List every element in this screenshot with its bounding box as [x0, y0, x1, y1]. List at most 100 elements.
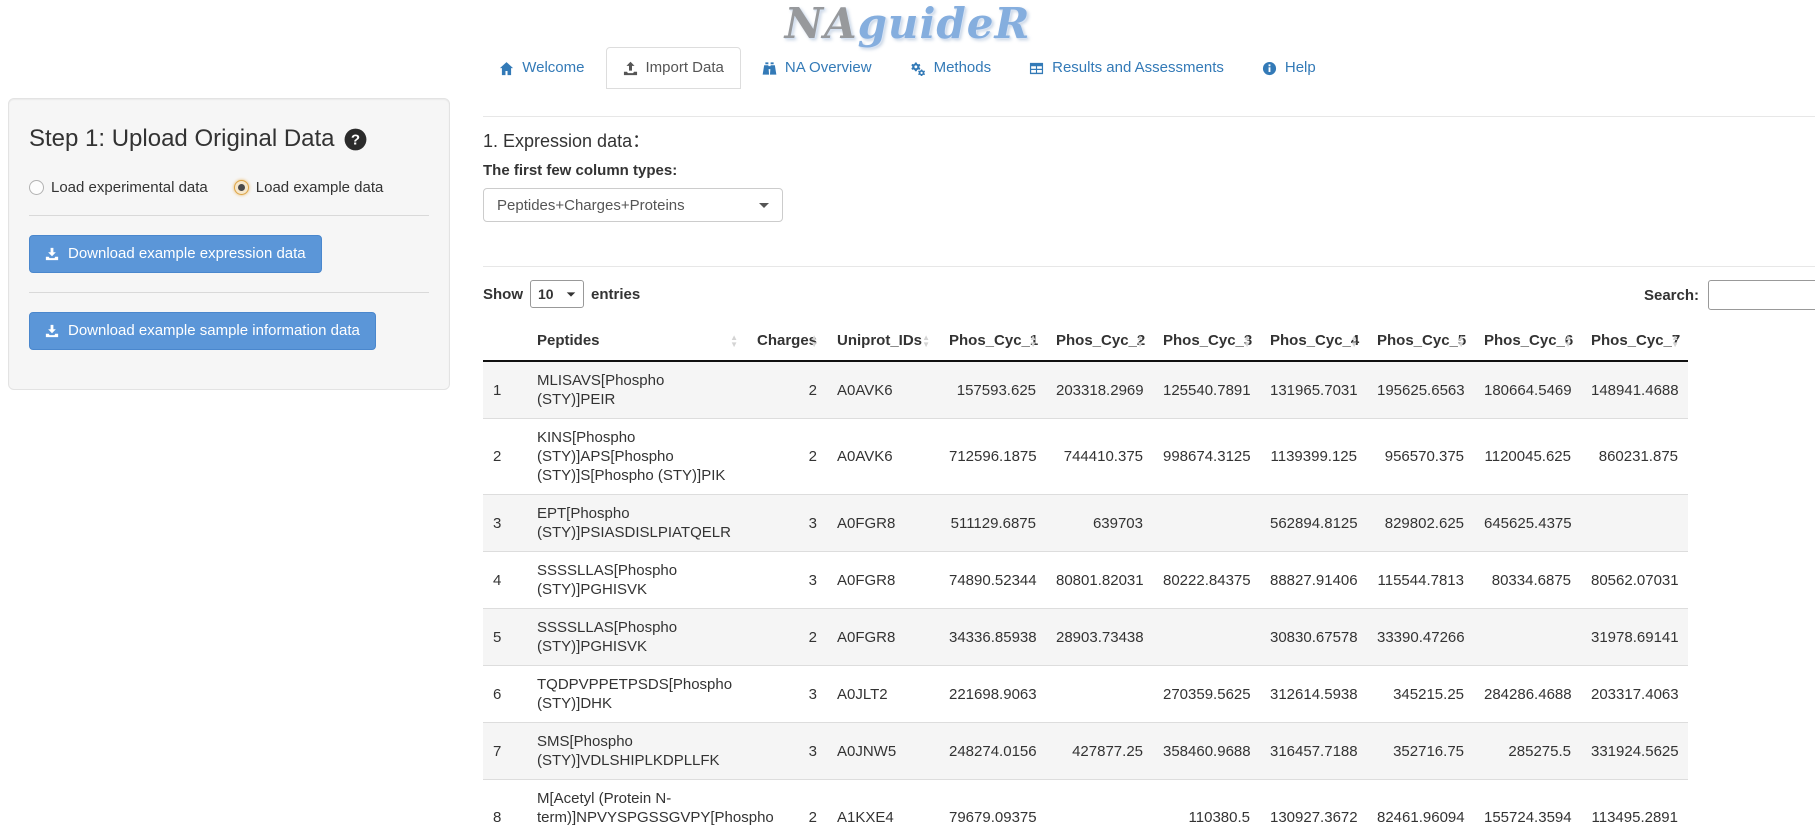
download-example-sample-information-data-button[interactable]: Download example sample information data — [29, 312, 376, 350]
sort-icon: ▲▼ — [1564, 334, 1572, 348]
header-phos-cyc-3[interactable]: Phos_Cyc_3▲▼ — [1153, 321, 1260, 361]
table-icon — [1029, 61, 1044, 76]
phos-cyc-3-cell: 125540.7891 — [1153, 361, 1260, 419]
phos-cyc-7-cell: 31978.69141 — [1581, 609, 1688, 666]
row-index-cell: 3 — [483, 495, 527, 552]
radio-button[interactable] — [29, 180, 44, 195]
tab-label: Welcome — [522, 58, 584, 78]
header-uniprot-ids[interactable]: Uniprot_IDs▲▼ — [827, 321, 939, 361]
phos-cyc-5-cell: 33390.47266 — [1367, 609, 1474, 666]
content-top-divider — [483, 116, 1815, 117]
header-phos-cyc-2[interactable]: Phos_Cyc_2▲▼ — [1046, 321, 1153, 361]
phos-cyc-6-cell: 284286.4688 — [1474, 666, 1581, 723]
peptide-cell: EPT[Phospho (STY)]PSIASDISLPIATQELR — [527, 495, 747, 552]
table-row[interactable]: 6TQDPVPPETPSDS[Phospho (STY)]DHK3A0JLT22… — [483, 666, 1688, 723]
sort-icon: ▲▼ — [730, 334, 738, 348]
phos-cyc-3-cell — [1153, 609, 1260, 666]
phos-cyc-1-cell: 79679.09375 — [939, 780, 1046, 826]
header-charges[interactable]: Charges▲▼ — [747, 321, 827, 361]
phos-cyc-1-cell: 712596.1875 — [939, 419, 1046, 495]
radio-button[interactable] — [234, 180, 249, 195]
tab-results-assessments[interactable]: Results and Assessments — [1012, 47, 1241, 89]
phos-cyc-5-cell: 345215.25 — [1367, 666, 1474, 723]
header-phos-cyc-4[interactable]: Phos_Cyc_4▲▼ — [1260, 321, 1367, 361]
tab-welcome[interactable]: Welcome — [482, 47, 601, 89]
phos-cyc-5-cell: 82461.96094 — [1367, 780, 1474, 826]
phos-cyc-7-cell: 80562.07031 — [1581, 552, 1688, 609]
table-row[interactable]: 5SSSSLLAS[Phospho (STY)]PGHISVK2A0FGR834… — [483, 609, 1688, 666]
table-row[interactable]: 7SMS[Phospho (STY)]VDLSHIPLKDPLLFK3A0JNW… — [483, 723, 1688, 780]
table-row[interactable]: 1MLISAVS[Phospho (STY)]PEIR2A0AVK6157593… — [483, 361, 1688, 419]
table-row[interactable]: 8M[Acetyl (Protein N-term)]NPVYSPGSSGVPY… — [483, 780, 1688, 826]
sidebar-title-text: Step 1: Upload Original Data — [29, 125, 335, 153]
table-row[interactable]: 3EPT[Phospho (STY)]PSIASDISLPIATQELR3A0F… — [483, 495, 1688, 552]
binoculars-icon — [762, 61, 777, 76]
radio-load-example-data[interactable]: Load example data — [234, 179, 384, 196]
phos-cyc-7-cell — [1581, 495, 1688, 552]
download-icon — [45, 247, 59, 261]
phos-cyc-7-cell: 203317.4063 — [1581, 666, 1688, 723]
phos-cyc-3-cell: 80222.84375 — [1153, 552, 1260, 609]
header-phos-cyc-1[interactable]: Phos_Cyc_1▲▼ — [939, 321, 1046, 361]
datatable-controls: Show 10 entries Search: — [483, 280, 1815, 312]
radio-label: Load experimental data — [51, 179, 208, 196]
tab-label: Help — [1285, 58, 1316, 78]
page-length-select[interactable]: 10 — [530, 280, 584, 308]
download-example-expression-data-button[interactable]: Download example expression data — [29, 235, 322, 273]
header-phos-cyc-5[interactable]: Phos_Cyc_5▲▼ — [1367, 321, 1474, 361]
tab-label: Methods — [934, 58, 992, 78]
phos-cyc-4-cell: 316457.7188 — [1260, 723, 1367, 780]
sidebar-upload-panel: Step 1: Upload Original Data ? Load expe… — [8, 98, 450, 390]
peptide-cell: TQDPVPPETPSDS[Phospho (STY)]DHK — [527, 666, 747, 723]
phos-cyc-3-cell — [1153, 495, 1260, 552]
radio-load-experimental-data[interactable]: Load experimental data — [29, 179, 208, 196]
phos-cyc-6-cell — [1474, 609, 1581, 666]
tab-import-data[interactable]: Import Data — [606, 47, 741, 89]
app-logo-guider: guideR — [858, 0, 1031, 48]
phos-cyc-4-cell: 312614.5938 — [1260, 666, 1367, 723]
tab-na-overview[interactable]: NA Overview — [745, 47, 889, 89]
tab-methods[interactable]: Methods — [893, 47, 1009, 89]
phos-cyc-6-cell: 1120045.625 — [1474, 419, 1581, 495]
question-circle-icon[interactable]: ? — [344, 128, 367, 151]
row-index-cell: 5 — [483, 609, 527, 666]
tab-help[interactable]: Help — [1245, 47, 1333, 89]
sort-icon: ▲▼ — [1243, 334, 1251, 348]
phos-cyc-2-cell: 28903.73438 — [1046, 609, 1153, 666]
search-label: Search: — [1644, 287, 1699, 304]
gears-icon — [910, 61, 926, 76]
data-source-radio-group: Load experimental data Load example data — [29, 179, 429, 196]
tab-label: Import Data — [646, 58, 724, 78]
table-section-divider — [483, 266, 1815, 267]
svg-text:?: ? — [350, 131, 359, 148]
phos-cyc-1-cell: 157593.625 — [939, 361, 1046, 419]
charges-cell: 3 — [747, 723, 827, 780]
entries-label: entries — [591, 286, 640, 303]
phos-cyc-4-cell: 30830.67578 — [1260, 609, 1367, 666]
phos-cyc-4-cell: 130927.3672 — [1260, 780, 1367, 826]
phos-cyc-3-cell: 270359.5625 — [1153, 666, 1260, 723]
column-types-selected-value: Peptides+Charges+Proteins — [497, 197, 685, 214]
phos-cyc-2-cell — [1046, 780, 1153, 826]
import-data-panel: 1. Expression data： The first few column… — [483, 88, 1815, 826]
column-types-select[interactable]: Peptides+Charges+Proteins — [483, 188, 783, 222]
charges-cell: 2 — [747, 361, 827, 419]
phos-cyc-5-cell: 115544.7813 — [1367, 552, 1474, 609]
phos-cyc-5-cell: 195625.6563 — [1367, 361, 1474, 419]
search-input[interactable] — [1708, 280, 1815, 310]
uniprot-cell: A0FGR8 — [827, 552, 939, 609]
sort-icon: ▲▼ — [922, 334, 930, 348]
header-phos-cyc-6[interactable]: Phos_Cyc_6▲▼ — [1474, 321, 1581, 361]
expression-data-table: Peptides▲▼ Charges▲▼ Uniprot_IDs▲▼ Phos_… — [483, 321, 1688, 826]
header-peptides[interactable]: Peptides▲▼ — [527, 321, 747, 361]
header-phos-cyc-7[interactable]: Phos_Cyc_7▲▼ — [1581, 321, 1688, 361]
table-row[interactable]: 4SSSSLLAS[Phospho (STY)]PGHISVK3A0FGR874… — [483, 552, 1688, 609]
sidebar-divider — [29, 215, 429, 216]
table-row[interactable]: 2KINS[Phospho (STY)]APS[Phospho (STY)]S[… — [483, 419, 1688, 495]
phos-cyc-7-cell: 860231.875 — [1581, 419, 1688, 495]
phos-cyc-6-cell: 80334.6875 — [1474, 552, 1581, 609]
phos-cyc-1-cell: 74890.52344 — [939, 552, 1046, 609]
sort-icon: ▲▼ — [1457, 334, 1465, 348]
row-index-cell: 8 — [483, 780, 527, 826]
sidebar-title: Step 1: Upload Original Data ? — [29, 125, 429, 153]
